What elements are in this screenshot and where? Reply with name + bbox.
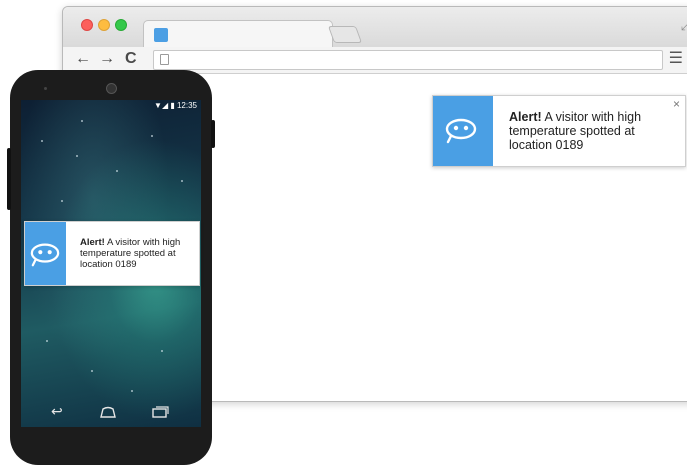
address-bar[interactable] [153,50,663,70]
reload-icon[interactable]: C [125,48,137,70]
notification-text: Alert! A visitor with high temperature s… [80,237,205,270]
close-window-button[interactable] [81,19,93,31]
home-icon[interactable] [99,406,117,418]
notification-icon-box [433,96,493,166]
recent-apps-icon[interactable] [151,405,169,419]
title-bar: ⤢ [63,7,687,48]
notification-text: Alert! A visitor with high temperature s… [509,110,677,152]
phone-sensor [44,87,47,90]
face-icon [30,243,60,267]
minimize-window-button[interactable] [98,19,110,31]
phone-camera [106,83,117,94]
phone: ▼◢ ▮ 12:35 ↩ Alert! A visitor with high [7,70,215,465]
status-bar: ▼◢ ▮ 12:35 [21,100,201,114]
desktop-notification[interactable]: Alert! A visitor with high temperature s… [432,95,686,167]
maximize-window-button[interactable] [115,19,127,31]
fullscreen-icon[interactable]: ⤢ [681,18,687,34]
back-arrow-icon[interactable]: ← [75,48,91,70]
notification-title: Alert! [80,237,105,248]
back-icon[interactable]: ↩ [51,403,63,420]
status-time: 12:35 [176,101,197,110]
phone-volume-button [7,148,11,210]
browser-tab[interactable] [143,20,333,48]
face-icon [445,118,477,144]
favicon-icon [154,28,168,42]
menu-icon[interactable]: ☰ [669,50,683,68]
phone-nav-bar: ↩ [21,397,201,427]
forward-arrow-icon[interactable]: → [99,48,115,70]
page-icon [160,54,169,65]
new-tab-button[interactable] [327,26,363,43]
close-icon[interactable]: × [673,97,680,111]
phone-notification[interactable]: Alert! A visitor with high temperature s… [24,221,200,286]
status-icons: ▼◢ ▮ 12:35 [154,101,197,110]
phone-power-button [211,120,215,148]
notification-icon-box [25,222,66,285]
notification-title: Alert! [509,110,542,124]
